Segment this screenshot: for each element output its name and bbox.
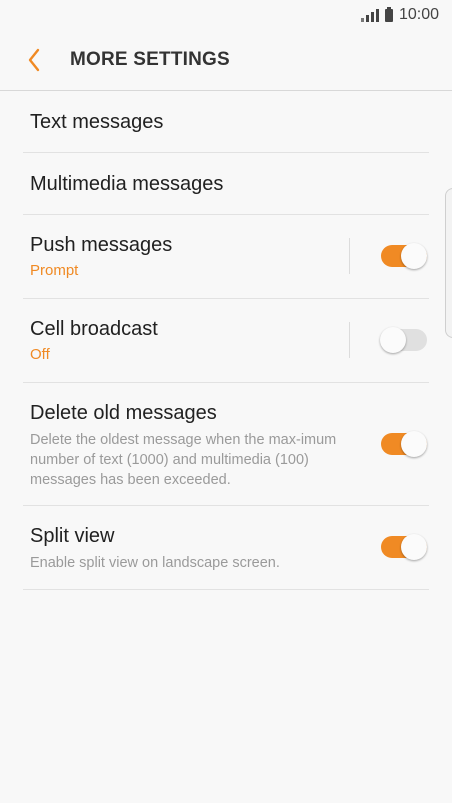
back-button[interactable]: [24, 46, 46, 74]
status-icons: 10:00: [360, 6, 439, 24]
toggle-knob: [380, 327, 406, 353]
setting-label: Delete old messages: [30, 402, 217, 424]
toggle-knob: [401, 243, 427, 269]
setting-label: Push messages: [30, 234, 173, 256]
setting-label: Cell broadcast: [30, 318, 158, 340]
setting-multimedia-messages[interactable]: Multimedia messages: [23, 153, 429, 215]
signal-icon: [360, 8, 379, 22]
delete-old-messages-toggle[interactable]: [381, 431, 429, 457]
setting-split-view[interactable]: Split view Enable split view on landscap…: [23, 506, 429, 590]
setting-content: Delete old messages Delete the oldest me…: [30, 402, 340, 490]
setting-value: Prompt: [30, 262, 79, 279]
setting-description: Enable split view on landscape screen.: [30, 555, 280, 571]
edge-panel-handle[interactable]: [445, 188, 452, 338]
divider: [349, 322, 350, 358]
toggle-knob: [401, 534, 427, 560]
push-messages-toggle[interactable]: [381, 243, 429, 269]
setting-delete-old-messages[interactable]: Delete old messages Delete the oldest me…: [23, 383, 429, 506]
setting-content: Push messages Prompt: [30, 234, 172, 279]
status-bar: 10:00: [0, 0, 452, 30]
setting-label: Multimedia messages: [30, 173, 224, 195]
setting-description: Delete the oldest message when the max-i…: [30, 432, 337, 488]
setting-content: Split view Enable split view on landscap…: [30, 525, 340, 573]
setting-text-messages[interactable]: Text messages: [23, 91, 429, 153]
toggle-knob: [401, 431, 427, 457]
setting-value: Off: [30, 346, 50, 363]
clock: 10:00: [398, 6, 439, 23]
setting-label: Split view: [30, 525, 115, 547]
settings-list: Text messages Multimedia messages Push m…: [0, 91, 452, 590]
setting-push-messages[interactable]: Push messages Prompt: [23, 215, 429, 299]
battery-icon: [384, 6, 393, 22]
setting-content: Cell broadcast Off: [30, 318, 158, 363]
setting-cell-broadcast[interactable]: Cell broadcast Off: [23, 299, 429, 383]
divider: [349, 238, 350, 274]
setting-label: Text messages: [30, 111, 164, 133]
app-header: MORE SETTINGS: [0, 30, 452, 91]
page-title: MORE SETTINGS: [70, 49, 230, 70]
chevron-left-icon: [28, 48, 40, 72]
split-view-toggle[interactable]: [381, 534, 429, 560]
cell-broadcast-toggle[interactable]: [380, 327, 429, 353]
